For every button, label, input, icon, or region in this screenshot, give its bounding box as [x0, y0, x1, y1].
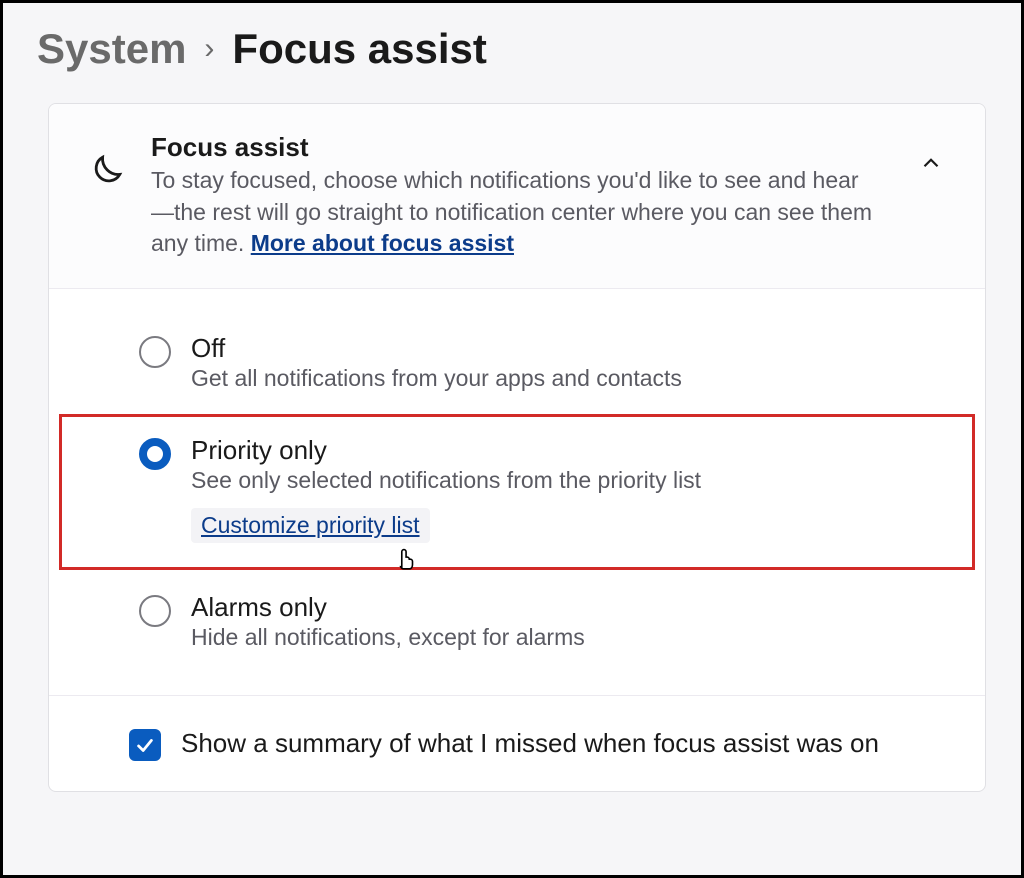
- radio-priority-only[interactable]: [139, 438, 171, 470]
- customize-priority-link[interactable]: Customize priority list: [191, 508, 430, 543]
- option-off-desc: Get all notifications from your apps and…: [191, 363, 945, 394]
- focus-assist-card: Focus assist To stay focused, choose whi…: [48, 103, 986, 792]
- radio-group: Off Get all notifications from your apps…: [49, 289, 985, 696]
- summary-row[interactable]: Show a summary of what I missed when foc…: [49, 696, 985, 791]
- radio-off[interactable]: [139, 336, 171, 368]
- page-title: Focus assist: [232, 25, 486, 73]
- card-header[interactable]: Focus assist To stay focused, choose whi…: [49, 104, 985, 289]
- card-title: Focus assist: [151, 132, 873, 163]
- option-alarms-title: Alarms only: [191, 592, 945, 623]
- card-description: To stay focused, choose which notificati…: [151, 165, 873, 260]
- chevron-right-icon: ›: [204, 32, 214, 66]
- breadcrumb: System › Focus assist: [3, 3, 1021, 91]
- checkbox-summary[interactable]: [129, 729, 161, 761]
- pointer-cursor-icon: [391, 541, 419, 571]
- option-alarms-desc: Hide all notifications, except for alarm…: [191, 622, 945, 653]
- option-priority-desc: See only selected notifications from the…: [191, 465, 942, 496]
- summary-label: Show a summary of what I missed when foc…: [181, 726, 879, 761]
- chevron-up-icon[interactable]: [911, 132, 951, 176]
- more-about-link[interactable]: More about focus assist: [251, 230, 514, 256]
- radio-alarms-only[interactable]: [139, 595, 171, 627]
- breadcrumb-parent[interactable]: System: [37, 25, 186, 73]
- option-priority-title: Priority only: [191, 435, 942, 466]
- option-off-title: Off: [191, 333, 945, 364]
- option-off[interactable]: Off Get all notifications from your apps…: [59, 319, 975, 406]
- option-alarms-only[interactable]: Alarms only Hide all notifications, exce…: [59, 578, 975, 665]
- option-priority-only[interactable]: Priority only See only selected notifica…: [59, 414, 975, 570]
- moon-icon: [83, 132, 133, 199]
